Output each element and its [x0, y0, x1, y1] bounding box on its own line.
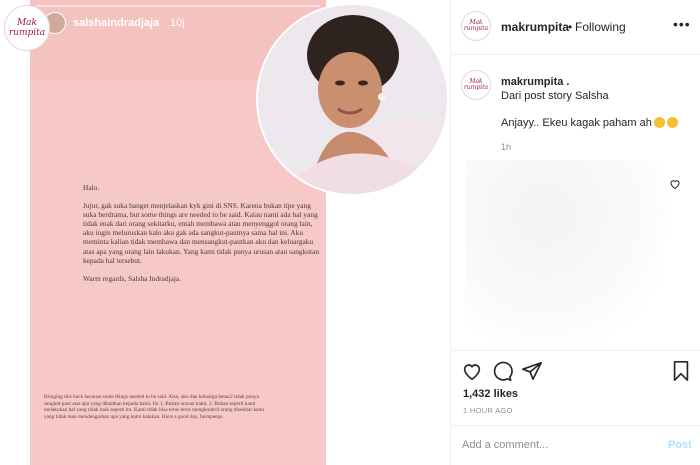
bookmark-icon [673, 361, 689, 381]
comment-icon [493, 361, 513, 381]
more-options-button[interactable]: ••• [673, 16, 691, 32]
post-media[interactable]: salshaindradjaja 10j Mak rumpita Halo. J… [0, 0, 450, 465]
logo-text-1: Mak [16, 17, 38, 28]
story-time: 10j [170, 17, 185, 29]
separator-dot: • [568, 20, 573, 34]
letter-greeting: Halo. [83, 183, 100, 192]
grimace-emoji-icon [653, 117, 665, 128]
comment-like-icon[interactable] [669, 177, 681, 195]
comment-button[interactable] [491, 360, 513, 387]
comment-input[interactable]: Add a comment... [462, 439, 548, 451]
grimace-emoji-icon [666, 117, 678, 128]
author-username[interactable]: makrumpita [501, 20, 569, 34]
letter-body: Jujur, gak suka banget menjelaskan kyk g… [83, 201, 320, 265]
avatar[interactable]: Mak rumpita [461, 11, 491, 41]
action-bar [451, 350, 700, 390]
story-letter: Halo. Jujur, gak suka banget menjelaskan… [83, 183, 323, 292]
post-comment-button[interactable]: Post [668, 439, 692, 451]
portrait-photo [256, 3, 449, 196]
comment-bar: Add a comment... Post [451, 425, 700, 465]
caption-text: Anjayy.. Ekeu kagak paham ah [501, 117, 652, 129]
logo-text-2: rumpita [8, 27, 46, 38]
following-button[interactable]: Following [575, 20, 626, 34]
avatar-text-2: rumpita [463, 25, 489, 32]
watermark-logo: Mak rumpita [4, 5, 50, 51]
heart-icon [463, 364, 481, 381]
share-icon [522, 361, 542, 381]
caption-avatar[interactable]: Mak rumpita [461, 70, 491, 100]
blurred-comment-area [465, 160, 665, 340]
letter-signoff: Warm regards, Salsha Indradjaja. [83, 273, 182, 283]
story-username: salshaindradjaja [73, 17, 160, 29]
post-panel: Mak rumpita makrumpita • Following ••• M… [450, 0, 700, 465]
caption-text-line2: Anjayy.. Ekeu kagak paham ah [501, 117, 678, 129]
story-footnote: Bringing this back because some things n… [44, 394, 265, 420]
like-button[interactable] [461, 360, 483, 387]
avatar-text-2: rumpita [463, 84, 489, 91]
share-button[interactable] [521, 360, 543, 387]
save-button[interactable] [671, 360, 691, 387]
story-progress-bar [36, 5, 320, 7]
likes-count[interactable]: 1,432 likes [463, 388, 518, 400]
post-header: Mak rumpita makrumpita • Following ••• [451, 0, 700, 55]
caption-time: 1h [501, 142, 512, 152]
post-timestamp[interactable]: 1 HOUR AGO [463, 406, 513, 415]
caption-username[interactable]: makrumpita . [501, 76, 569, 88]
caption-text-line1: Dari post story Salsha [501, 90, 609, 102]
